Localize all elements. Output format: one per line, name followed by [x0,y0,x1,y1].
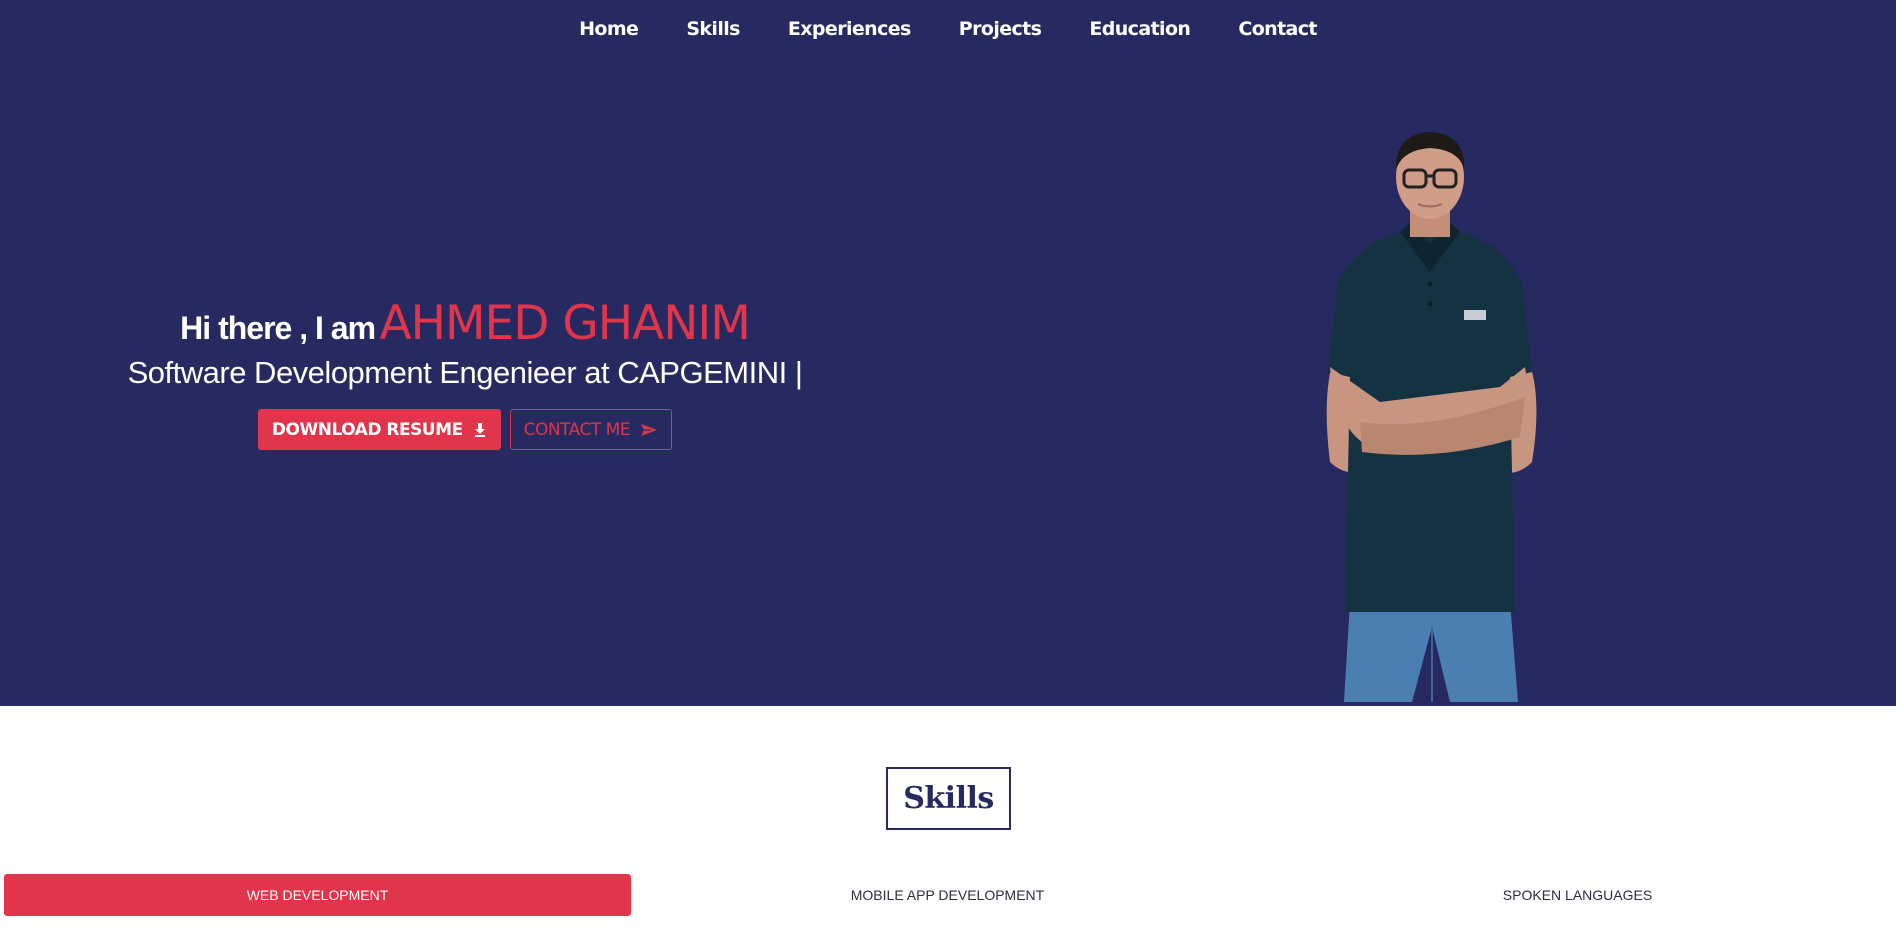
nav-link-experiences[interactable]: Experiences [788,16,911,42]
profile-photo [1326,132,1537,702]
nav-link-education[interactable]: Education [1089,16,1191,42]
nav-link-projects[interactable]: Projects [959,16,1042,42]
hero-actions: DOWNLOAD RESUME CONTACT ME [80,409,850,450]
send-icon [640,423,658,437]
nav-link-skills[interactable]: Skills [686,16,740,42]
hero-heading: Hi there , I am AHMED GHANIM [80,296,850,351]
download-resume-label: DOWNLOAD RESUME [271,419,463,440]
hero-intro: Hi there , I am AHMED GHANIM Software De… [80,296,850,450]
tab-web-development[interactable]: WEB DEVELOPMENT [4,874,631,916]
skills-heading: Skills [886,767,1011,830]
tab-spoken-languages[interactable]: SPOKEN LANGUAGES [1264,874,1891,916]
nav-link-contact[interactable]: Contact [1238,16,1317,42]
nav-link-home[interactable]: Home [579,16,639,42]
contact-me-button[interactable]: CONTACT ME [509,409,673,450]
tab-mobile-app-development[interactable]: MOBILE APP DEVELOPMENT [634,874,1261,916]
hero-section: Home Skills Experiences Projects Educati… [0,0,1896,706]
contact-me-label: CONTACT ME [523,419,631,440]
skills-tabs: WEB DEVELOPMENT MOBILE APP DEVELOPMENT S… [4,874,1892,916]
skills-section: Skills WEB DEVELOPMENT MOBILE APP DEVELO… [0,706,1896,930]
hero-greeting: Hi there , I am [180,310,376,346]
top-navigation: Home Skills Experiences Projects Educati… [0,16,1896,42]
download-resume-button[interactable]: DOWNLOAD RESUME [257,409,501,450]
download-icon [473,422,487,438]
hero-subtitle: Software Development Engenieer at CAPGEM… [127,355,803,390]
hero-name: AHMED GHANIM [379,296,750,351]
